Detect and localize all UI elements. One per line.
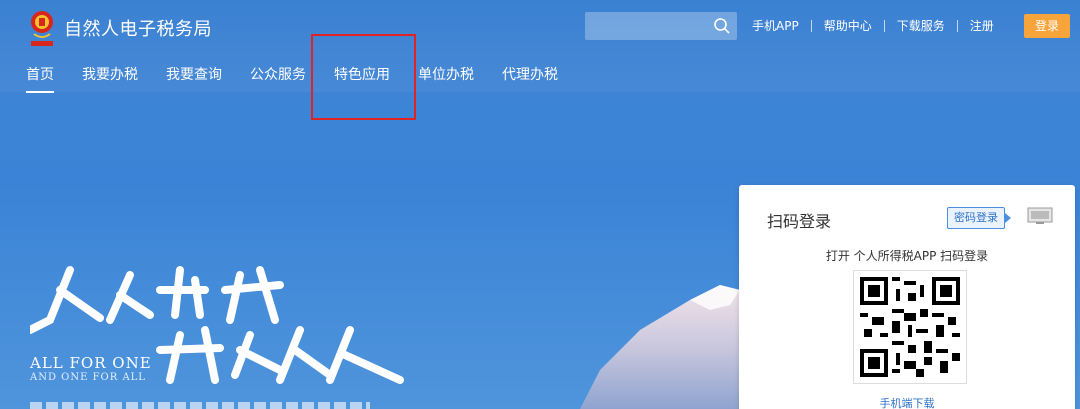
password-login-button[interactable]: 密码登录 xyxy=(947,207,1011,229)
bottom-text-strip xyxy=(30,402,370,409)
download-service-link[interactable]: 下载服务 xyxy=(897,17,945,34)
login-button[interactable]: 登录 xyxy=(1024,14,1070,38)
card-title: 扫码登录 xyxy=(767,212,832,231)
register-link[interactable]: 注册 xyxy=(970,17,994,34)
highlight-annotation xyxy=(311,34,416,120)
mobile-download-link[interactable]: 手机端下载 xyxy=(739,395,1075,409)
divider xyxy=(956,19,958,32)
nav-unit-tax[interactable]: 单位办税 xyxy=(418,64,474,84)
nav-home[interactable]: 首页 xyxy=(26,64,54,93)
header-bar: 自然人电子税务局 手机APP 帮助中心 下载服务 注册 登录 首页 我要办税 我… xyxy=(0,0,1080,93)
nav-agent-tax[interactable]: 代理办税 xyxy=(502,64,558,84)
qr-code[interactable] xyxy=(853,270,967,384)
scan-hint: 打开 个人所得税APP 扫码登录 xyxy=(825,249,989,263)
nav-public-service[interactable]: 公众服务 xyxy=(250,64,306,84)
brand[interactable]: 自然人电子税务局 xyxy=(26,8,212,48)
national-emblem-icon xyxy=(26,8,58,48)
qr-login-card: 扫码登录 密码登录 打开 个人所得税APP 扫码登录 手机端下载 xyxy=(739,185,1075,409)
pc-login-icon[interactable] xyxy=(1027,207,1053,225)
site-title: 自然人电子税务局 xyxy=(64,19,212,40)
motto-line-2: AND ONE FOR ALL xyxy=(30,372,146,383)
motto-line-1: ALL FOR ONE xyxy=(30,354,152,372)
nav-query[interactable]: 我要查询 xyxy=(166,64,222,84)
search-icon[interactable] xyxy=(713,17,731,35)
nav-tax-handling[interactable]: 我要办税 xyxy=(82,64,138,84)
help-center-link[interactable]: 帮助中心 xyxy=(824,17,872,34)
divider xyxy=(810,19,812,32)
top-links: 手机APP 帮助中心 下载服务 注册 xyxy=(752,17,994,34)
qr-code-image xyxy=(860,277,960,377)
divider xyxy=(883,19,885,32)
mobile-app-link[interactable]: 手机APP xyxy=(752,17,799,34)
search-input[interactable] xyxy=(585,12,737,40)
main-nav: 首页 我要办税 我要查询 公众服务 特色应用 单位办税 代理办税 xyxy=(26,64,586,93)
